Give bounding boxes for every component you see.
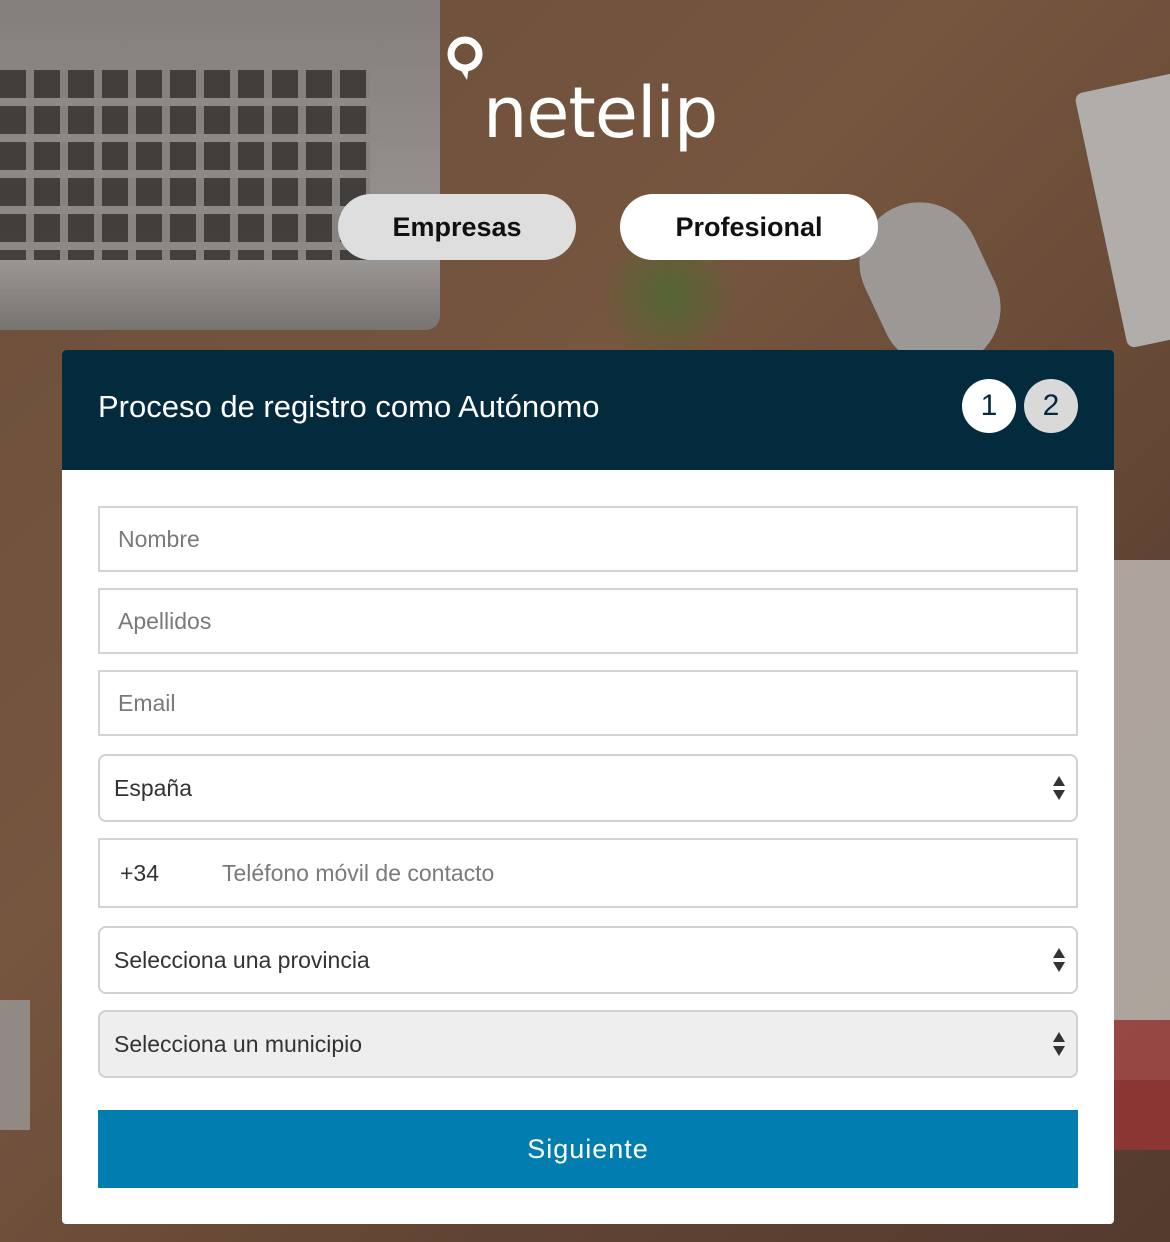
municipality-select[interactable]: Selecciona un municipio <box>98 1010 1078 1078</box>
nombre-field <box>98 506 1078 572</box>
country-select[interactable]: España <box>98 754 1078 822</box>
email-input[interactable] <box>100 672 1076 734</box>
card-title: Proceso de registro como Autónomo <box>98 389 600 424</box>
select-arrows-icon <box>1053 1032 1065 1056</box>
card-header: Proceso de registro como Autónomo 1 2 <box>62 350 1114 470</box>
province-select-value: Selecciona una provincia <box>114 946 370 973</box>
phone-field: +34 <box>98 838 1078 908</box>
registration-card: Proceso de registro como Autónomo 1 2 Es… <box>62 350 1114 1224</box>
province-select[interactable]: Selecciona una provincia <box>98 926 1078 994</box>
siguiente-button[interactable]: Siguiente <box>98 1110 1078 1188</box>
select-arrows-icon <box>1053 776 1065 800</box>
step-indicator-1: 1 <box>962 379 1016 433</box>
tab-profesional[interactable]: Profesional <box>620 194 878 260</box>
apellidos-field <box>98 588 1078 654</box>
country-select-value: España <box>114 774 193 801</box>
step-indicator-2: 2 <box>1024 379 1078 433</box>
page: netelip Empresas Profesional Proceso de … <box>0 0 1170 1242</box>
municipality-select-value: Selecciona un municipio <box>114 1030 363 1057</box>
logo: netelip <box>445 34 745 148</box>
phone-input[interactable] <box>206 840 1076 906</box>
tab-empresas[interactable]: Empresas <box>338 194 576 260</box>
email-field <box>98 670 1078 736</box>
select-arrows-icon <box>1053 948 1065 972</box>
apellidos-input[interactable] <box>100 590 1076 652</box>
nombre-input[interactable] <box>100 508 1076 570</box>
logo-text: netelip <box>483 72 718 154</box>
phone-prefix: +34 <box>120 859 160 886</box>
